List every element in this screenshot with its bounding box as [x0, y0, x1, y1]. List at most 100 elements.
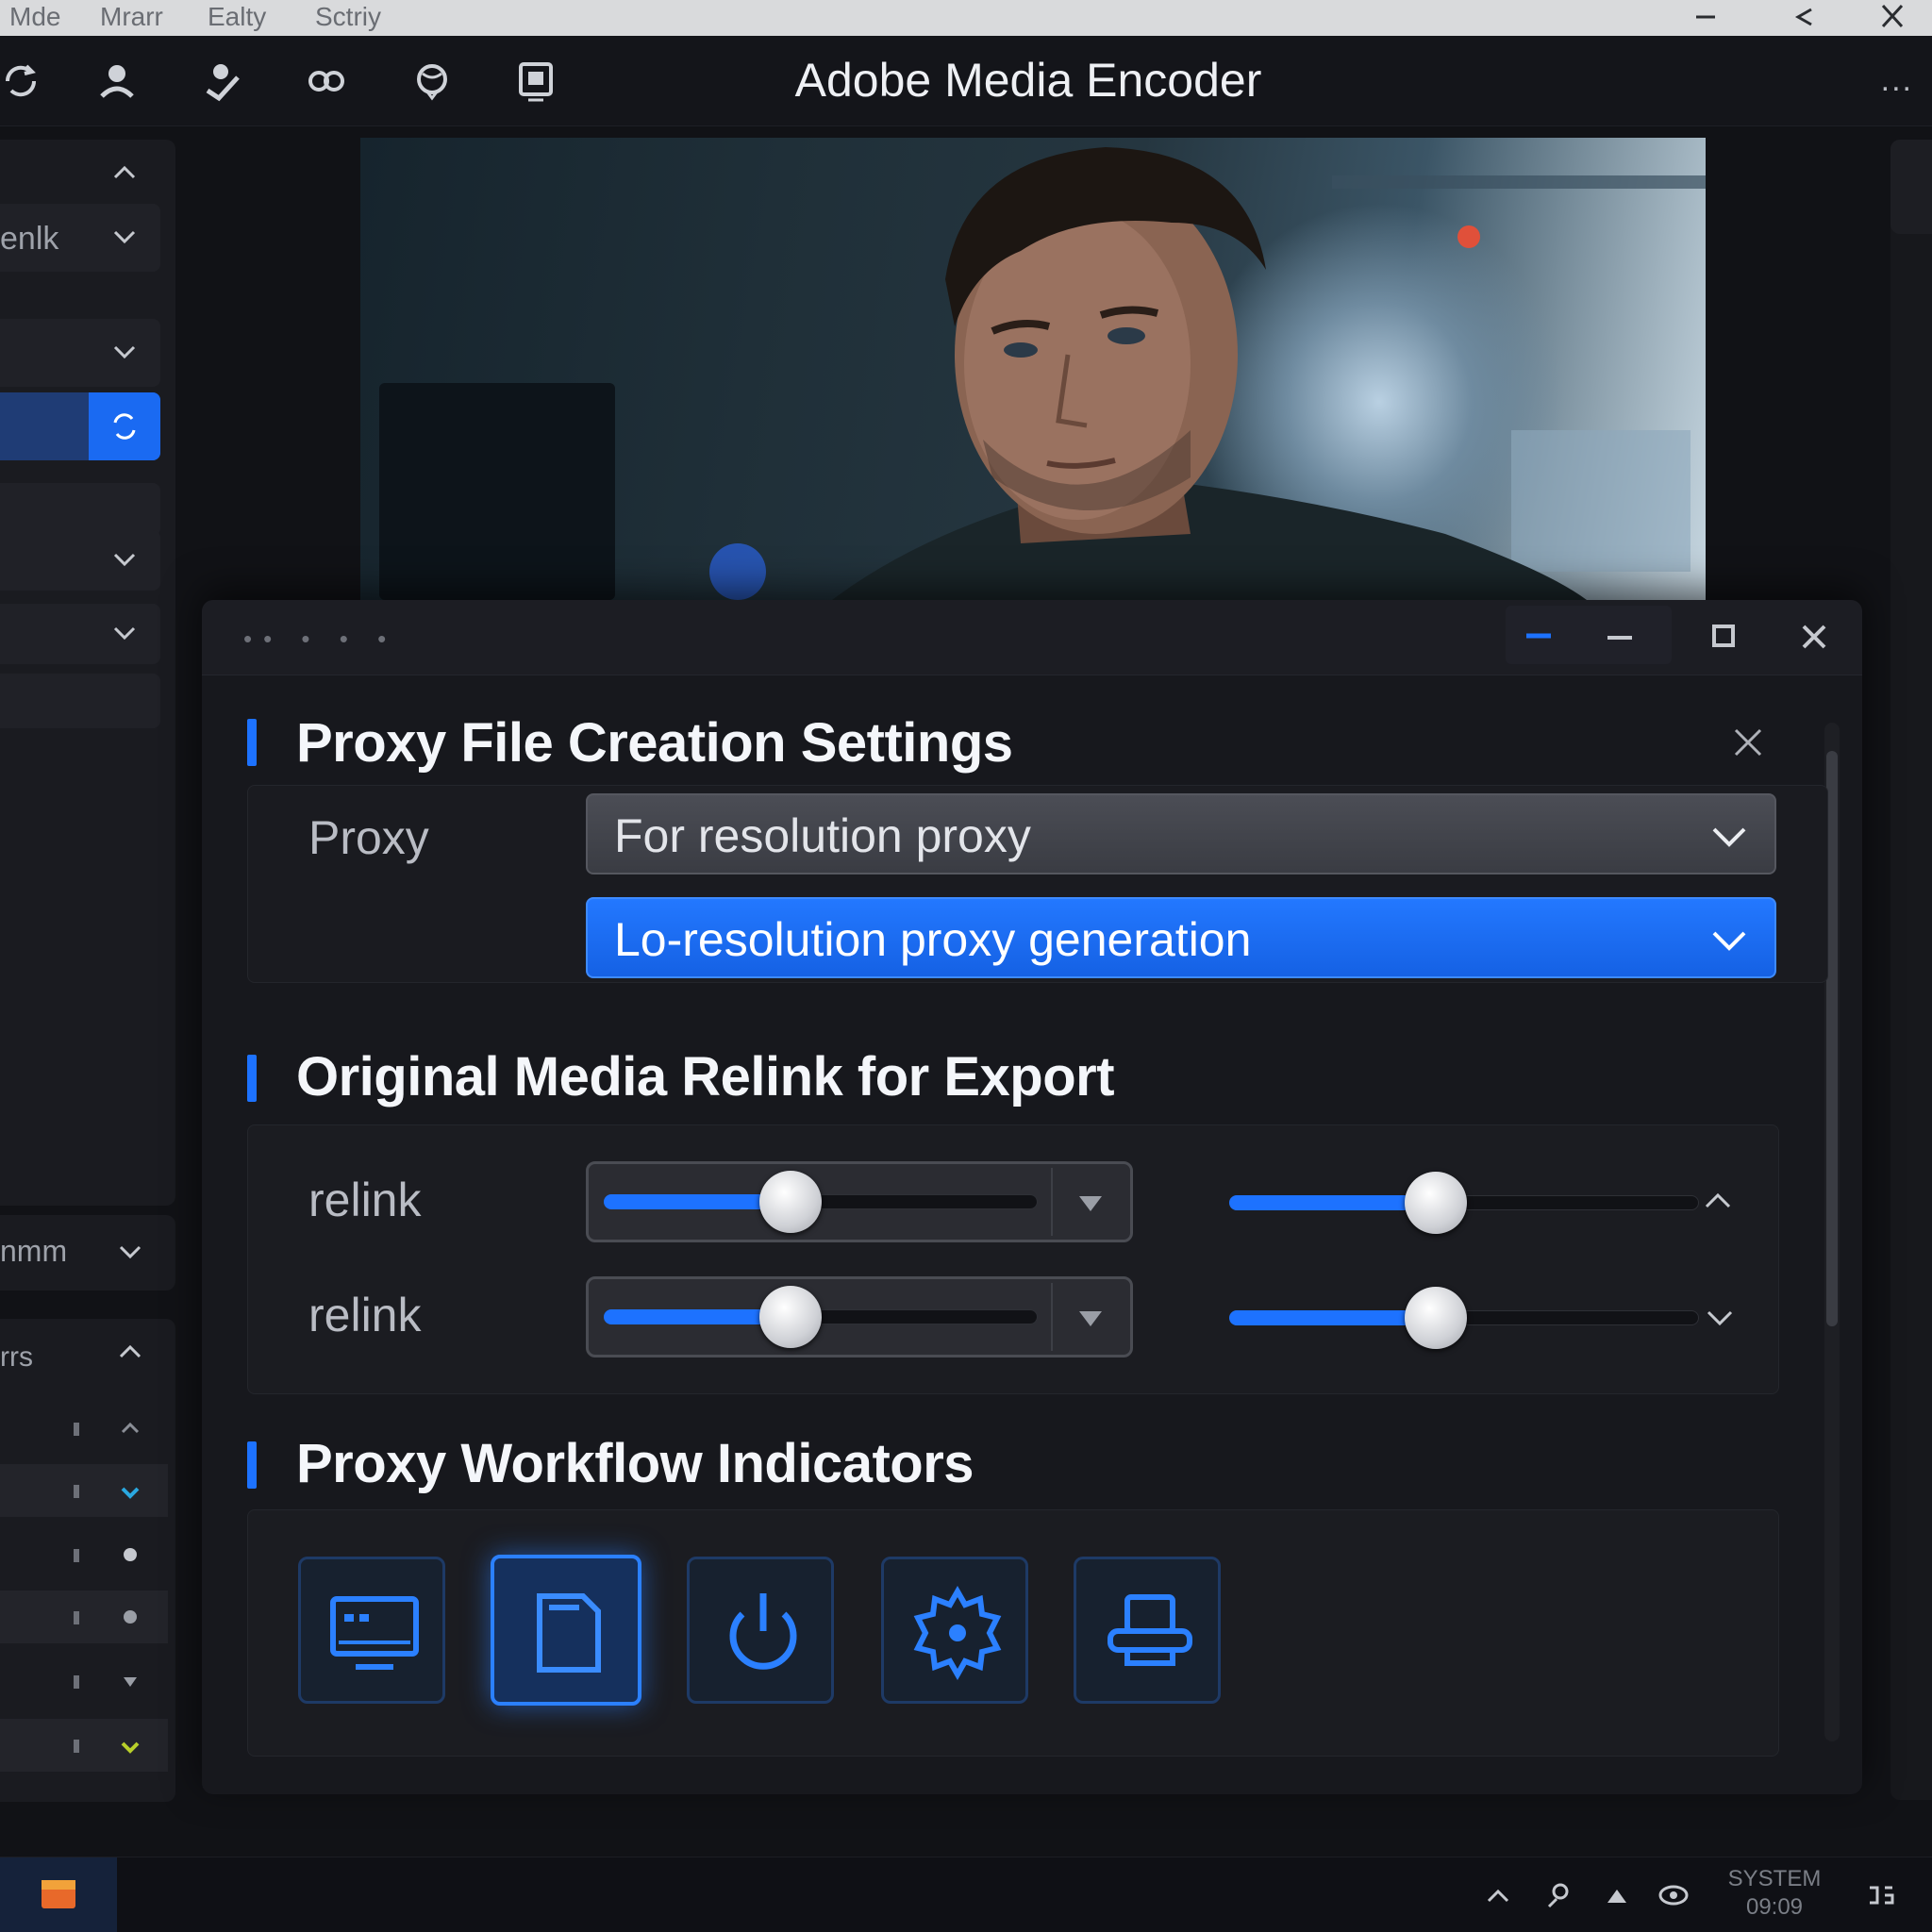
maximize-dialog-button[interactable]: [1690, 608, 1757, 666]
refresh-button[interactable]: [89, 392, 160, 460]
left-panel-item[interactable]: enlk: [0, 204, 160, 272]
minimize-dialog-button[interactable]: [1587, 606, 1653, 664]
chevron-down-icon: [1712, 827, 1746, 847]
start-button[interactable]: [0, 1857, 117, 1932]
list-item[interactable]: [0, 1528, 168, 1581]
chevron-down-icon: [113, 626, 136, 641]
close-section-icon[interactable]: [1724, 719, 1772, 766]
left-panel-item[interactable]: [0, 674, 160, 728]
user-check-tool-button[interactable]: [196, 55, 249, 108]
collapse-icon: [1526, 633, 1551, 639]
chevron-up-icon[interactable]: [1481, 1878, 1515, 1912]
proxy-settings-card: Proxy For resolution proxy Lo-resolution…: [247, 785, 1828, 983]
dialog-titlebar: •• • • •: [202, 600, 1862, 675]
refresh-icon: [113, 413, 136, 440]
collapse-button[interactable]: [1506, 606, 1572, 664]
list-item[interactable]: [0, 1464, 168, 1517]
triangle-down-icon[interactable]: [1074, 1302, 1108, 1334]
restore-icon: [1794, 8, 1812, 26]
relink-label: relink: [308, 1174, 422, 1226]
slider-knob[interactable]: [758, 1286, 822, 1348]
dropdown-divider: [1051, 1168, 1053, 1236]
left-panel-item[interactable]: [0, 483, 160, 536]
proxy-generation-value: Lo-resolution proxy generation: [614, 913, 1252, 966]
left-panel-item[interactable]: [0, 604, 160, 664]
chevron-down-icon: [1712, 931, 1746, 951]
app-title: Adobe Media Encoder: [794, 54, 1262, 107]
globe-tool-button[interactable]: [406, 55, 458, 108]
left-panel-item-active[interactable]: [0, 392, 160, 460]
cloud-icon[interactable]: [1600, 1878, 1634, 1912]
chevron-up-icon[interactable]: [1699, 1182, 1737, 1220]
indicator-monitor[interactable]: [298, 1557, 445, 1704]
relink-slider[interactable]: [1229, 1280, 1701, 1356]
section-title: Proxy Workflow Indicators: [296, 1433, 974, 1494]
dot-icon: [124, 1548, 137, 1561]
taskbar: SYSTEM 09:09: [0, 1857, 1932, 1932]
slider-knob[interactable]: [1405, 1172, 1468, 1234]
more-options-button[interactable]: ...: [1881, 62, 1913, 99]
left-panel-item-label: enlk: [0, 221, 59, 257]
app-titlebar: Adobe Media Encoder ...: [0, 36, 1932, 126]
check-icon: [121, 1487, 140, 1499]
menu-item[interactable]: Ealty: [208, 2, 266, 32]
close-dialog-button[interactable]: [1781, 608, 1847, 666]
list-item[interactable]: [0, 1719, 168, 1772]
system-clock[interactable]: SYSTEM 09:09: [1723, 1865, 1826, 1922]
chevron-down-icon: [119, 1245, 142, 1259]
chevron-up-icon: [113, 165, 136, 179]
user-tool-button[interactable]: [91, 55, 143, 108]
proxy-settings-dialog: •• • • • Proxy File Creation Settings Pr…: [202, 600, 1862, 1794]
restore-button[interactable]: [1775, 0, 1832, 36]
device-tool-button[interactable]: [509, 55, 562, 108]
relink-slider-dropdown[interactable]: [586, 1161, 1133, 1242]
menu-item[interactable]: Mrarr: [100, 2, 163, 32]
sync-tool-button[interactable]: [0, 55, 47, 108]
close-icon: [1881, 4, 1904, 28]
globe-icon: [417, 64, 447, 101]
notification-icon[interactable]: [1864, 1878, 1898, 1912]
indicator-document[interactable]: [491, 1555, 641, 1706]
relink-slider[interactable]: [1229, 1165, 1701, 1241]
chevron-up-icon[interactable]: [115, 1336, 145, 1366]
triangle-down-icon[interactable]: [1074, 1187, 1108, 1219]
dropdown-divider: [1051, 1283, 1053, 1351]
indicator-power[interactable]: [687, 1557, 834, 1704]
indicator-settings[interactable]: [881, 1557, 1028, 1704]
proxy-generation-select[interactable]: Lo-resolution proxy generation: [586, 897, 1776, 978]
list-item[interactable]: [0, 1655, 168, 1707]
list-item[interactable]: [0, 1402, 168, 1455]
eye-icon[interactable]: [1657, 1878, 1690, 1912]
left-panel: enlk: [0, 140, 175, 1206]
user-icon: [100, 65, 134, 98]
relink-slider-dropdown[interactable]: [586, 1276, 1133, 1357]
chevron-down-icon: [113, 553, 136, 567]
slider-knob[interactable]: [758, 1171, 822, 1233]
minimize-button[interactable]: [1677, 0, 1734, 36]
right-panel-tab[interactable]: [1890, 140, 1932, 234]
close-icon: [1802, 625, 1826, 649]
left-panel-item[interactable]: [0, 530, 160, 591]
left-panel-header[interactable]: [0, 140, 160, 208]
left-panel-item[interactable]: [0, 319, 160, 387]
indicator-printer[interactable]: [1074, 1557, 1221, 1704]
chevron-down-icon[interactable]: [1701, 1299, 1739, 1337]
os-menubar: Mde Mrarr Ealty Sctriy: [0, 0, 1932, 36]
menu-item[interactable]: Mde: [9, 2, 60, 32]
section-accent: [247, 719, 257, 766]
printer-icon: [1108, 1594, 1192, 1666]
link-icon: [308, 71, 344, 92]
clock-line2: 09:09: [1745, 1894, 1804, 1920]
minimize-icon: [1607, 636, 1632, 640]
slider-knob[interactable]: [1405, 1287, 1468, 1349]
link-tool-button[interactable]: [300, 55, 353, 108]
location-icon[interactable]: [1541, 1878, 1575, 1912]
gear-icon: [913, 1585, 1002, 1681]
menu-item[interactable]: Sctriy: [315, 2, 381, 32]
close-button[interactable]: [1864, 0, 1921, 36]
preview-image: [360, 138, 1706, 600]
left-panel-footer[interactable]: nmm: [0, 1215, 175, 1291]
list-item[interactable]: [0, 1591, 168, 1643]
proxy-type-select[interactable]: For resolution proxy: [586, 793, 1776, 874]
relink-label: relink: [308, 1289, 422, 1341]
